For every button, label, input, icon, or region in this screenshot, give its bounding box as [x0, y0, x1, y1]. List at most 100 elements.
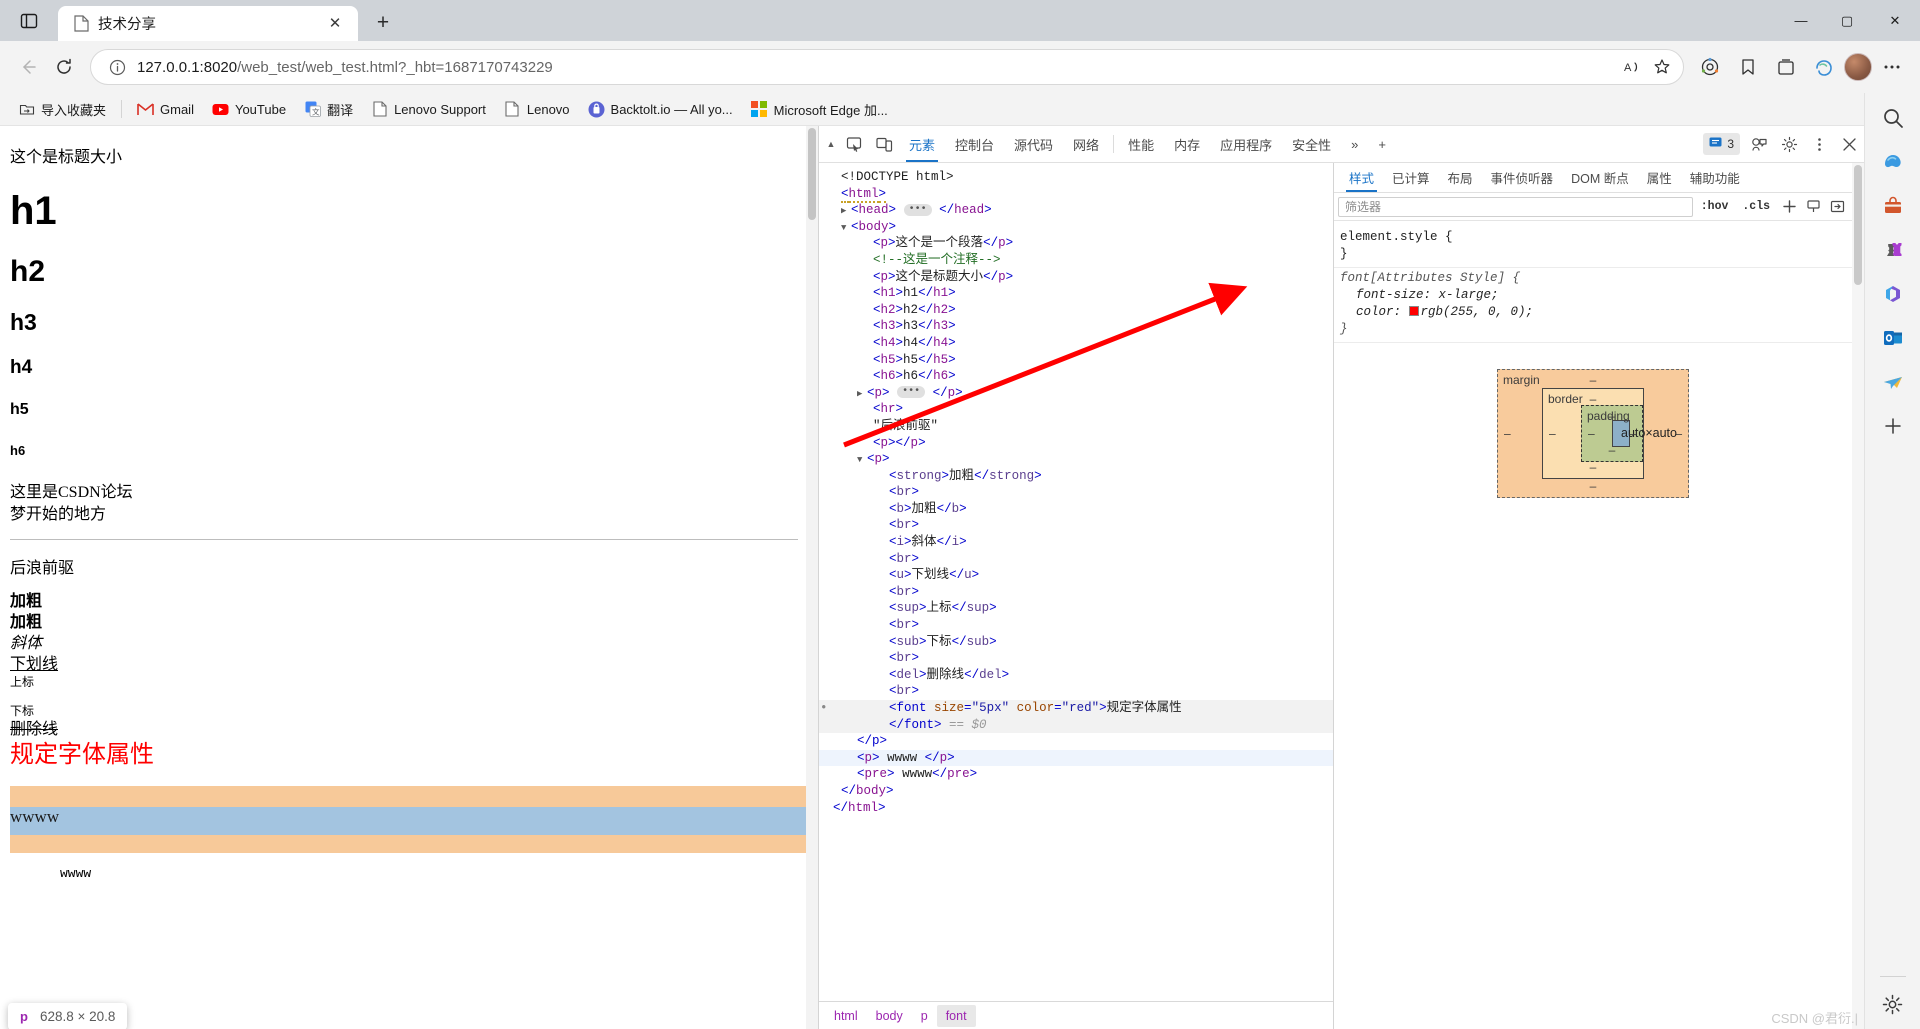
styles-tab-styles[interactable]: 样式 — [1340, 163, 1383, 192]
remote-debug-icon[interactable] — [1744, 130, 1774, 158]
expand-triangle-icon[interactable] — [841, 203, 851, 220]
dom-line-pre[interactable]: <pre> wwww</pre> — [819, 766, 1333, 783]
border-left-value[interactable]: ‒ — [1549, 425, 1556, 442]
favorite-star-icon[interactable] — [1647, 52, 1677, 82]
inspect-element-icon[interactable] — [839, 130, 869, 158]
dom-line-br[interactable]: <br> — [819, 650, 1333, 667]
bookmark-backtolt[interactable]: Backtolt.io — All yo... — [580, 96, 741, 122]
tab-actions-button[interactable] — [0, 0, 58, 41]
telegram-icon[interactable] — [1876, 365, 1910, 399]
dom-line-h5[interactable]: <h5>h5</h5> — [819, 352, 1333, 369]
styles-tab-layout[interactable]: 布局 — [1439, 163, 1482, 192]
tab-close-button[interactable]: ✕ — [322, 11, 348, 37]
collapse-triangle-icon[interactable] — [857, 452, 867, 469]
color-swatch[interactable] — [1408, 306, 1419, 316]
dom-line-h4[interactable]: <h4>h4</h4> — [819, 335, 1333, 352]
dom-line-p-empty[interactable]: <p></p> — [819, 435, 1333, 452]
microsoft365-icon[interactable] — [1876, 277, 1910, 311]
window-close-button[interactable]: ✕ — [1870, 0, 1920, 41]
dom-line-head[interactable]: <head> ••• </head> — [819, 202, 1333, 219]
page-scrollbar-thumb[interactable] — [808, 128, 816, 220]
bookmark-import-favorites[interactable]: 导入收藏夹 — [10, 96, 114, 122]
dom-line-comment[interactable]: <!--这是一个注释--> — [819, 252, 1333, 269]
expand-triangle-icon[interactable] — [857, 386, 867, 403]
add-icon[interactable] — [1876, 409, 1910, 443]
styles-tab-event-listeners[interactable]: 事件侦听器 — [1482, 163, 1563, 192]
collections-icon[interactable] — [1768, 49, 1804, 85]
dom-line-p-title-size[interactable]: <p>这个是标题大小</p> — [819, 269, 1333, 286]
breadcrumb-item-font[interactable]: font — [936, 1004, 976, 1027]
dom-line-h1[interactable]: <h1>h1</h1> — [819, 285, 1333, 302]
dom-line-hr[interactable]: <hr> — [819, 401, 1333, 418]
bookmark-youtube[interactable]: YouTube — [204, 96, 294, 122]
style-declaration-color[interactable]: color: rgb(255, 0, 0); — [1340, 304, 1852, 321]
devtools-tab-performance[interactable]: 性能 — [1118, 126, 1164, 162]
collapse-triangle-icon[interactable] — [841, 220, 851, 237]
dom-line-text-node[interactable]: "后浪前驱" — [819, 418, 1333, 435]
styles-vertical-scrollbar[interactable] — [1852, 163, 1864, 1029]
browser-tab[interactable]: 技术分享 ✕ — [58, 6, 358, 41]
dom-line-body-close[interactable]: </body> — [819, 783, 1333, 800]
styles-tab-dom-breakpoints[interactable]: DOM 断点 — [1562, 163, 1638, 192]
dom-line-body-open[interactable]: <body> — [819, 219, 1333, 236]
shopping-bag-icon[interactable] — [1876, 189, 1910, 223]
dom-line-h6[interactable]: <h6>h6</h6> — [819, 368, 1333, 385]
margin-left-value[interactable]: ‒ — [1504, 425, 1511, 442]
dom-line-html-open[interactable]: <html> — [819, 186, 1333, 203]
gear-icon[interactable] — [1774, 130, 1804, 158]
dom-line-sup[interactable]: <sup>上标</sup> — [819, 600, 1333, 617]
devtools-scroll-up-icon[interactable]: ▲ — [823, 139, 839, 149]
maximize-button[interactable]: ▢ — [1824, 0, 1870, 41]
dom-line-br[interactable]: <br> — [819, 584, 1333, 601]
devtools-close-icon[interactable] — [1834, 130, 1864, 158]
profile-avatar[interactable] — [1844, 53, 1872, 81]
new-style-rule-icon[interactable] — [1778, 196, 1800, 218]
breadcrumb-item-p[interactable]: p — [912, 1005, 937, 1027]
dom-line-br[interactable]: <br> — [819, 517, 1333, 534]
padding-right-value[interactable]: ‒ — [1629, 425, 1636, 442]
node-options-ellipsis[interactable]: ••• — [819, 700, 829, 717]
styles-tab-properties[interactable]: 属性 — [1638, 163, 1681, 192]
breadcrumb-item-body[interactable]: body — [867, 1005, 912, 1027]
dom-tree[interactable]: <!DOCTYPE html> <html> <head> ••• </head… — [819, 163, 1333, 1001]
devtools-tab-application[interactable]: 应用程序 — [1210, 126, 1282, 162]
computed-styles-sidebar-icon[interactable] — [1802, 196, 1824, 218]
minimize-button[interactable]: — — [1778, 0, 1824, 41]
styles-tab-computed[interactable]: 已计算 — [1383, 163, 1439, 192]
favorites-icon[interactable] — [1730, 49, 1766, 85]
styles-tab-accessibility[interactable]: 辅助功能 — [1681, 163, 1749, 192]
read-aloud-icon[interactable]: A — [1617, 52, 1647, 82]
devtools-tab-network[interactable]: 网络 — [1063, 126, 1109, 162]
devtools-tab-console[interactable]: 控制台 — [945, 126, 1004, 162]
reload-button[interactable] — [46, 49, 82, 85]
dom-line-p-close[interactable]: </p> — [819, 733, 1333, 750]
bookmark-translate[interactable]: 文 翻译 — [296, 96, 361, 122]
dom-line-strong[interactable]: <strong>加粗</strong> — [819, 468, 1333, 485]
dom-line-p-paragraph[interactable]: <p>这个是一个段落</p> — [819, 235, 1333, 252]
browser-essentials-icon[interactable] — [1692, 49, 1728, 85]
dom-line-font-selected[interactable]: •••<font size="5px" color="red">规定字体属性 — [819, 700, 1333, 717]
dom-line-br[interactable]: <br> — [819, 551, 1333, 568]
games-icon[interactable] — [1876, 233, 1910, 267]
styles-filter-input[interactable]: 筛选器 — [1338, 196, 1693, 217]
toggle-sidebar-icon[interactable] — [1826, 196, 1848, 218]
devtools-tab-memory[interactable]: 内存 — [1164, 126, 1210, 162]
dom-line-font-close[interactable]: </font> == $0 — [819, 716, 1333, 734]
settings-and-more-icon[interactable] — [1874, 49, 1910, 85]
devtools-tab-security[interactable]: 安全性 — [1282, 126, 1341, 162]
devtools-tab-elements[interactable]: 元素 — [899, 126, 945, 162]
dom-line-del[interactable]: <del>删除线</del> — [819, 667, 1333, 684]
dom-line-b[interactable]: <b>加粗</b> — [819, 501, 1333, 518]
box-model-border[interactable]: border ‒ ‒ ‒ ‒ padding ‒ ‒ ‒ — [1542, 388, 1677, 479]
address-bar[interactable]: 127.0.0.1:8020/web_test/web_test.html?_h… — [90, 49, 1684, 85]
copilot-icon[interactable] — [1876, 145, 1910, 179]
site-info-icon[interactable] — [105, 55, 129, 79]
settings-gear-icon[interactable] — [1876, 987, 1910, 1021]
style-declaration-font-size[interactable]: font-size: x-large; — [1340, 287, 1852, 304]
padding-left-value[interactable]: ‒ — [1588, 425, 1595, 442]
padding-bottom-value[interactable]: ‒ — [1609, 442, 1616, 459]
dom-line-html-close[interactable]: </html> — [819, 800, 1333, 817]
dom-line-u[interactable]: <u>下划线</u> — [819, 567, 1333, 584]
style-rule-element-style[interactable]: element.style { } — [1334, 227, 1852, 268]
page-vertical-scrollbar[interactable] — [806, 126, 818, 1029]
